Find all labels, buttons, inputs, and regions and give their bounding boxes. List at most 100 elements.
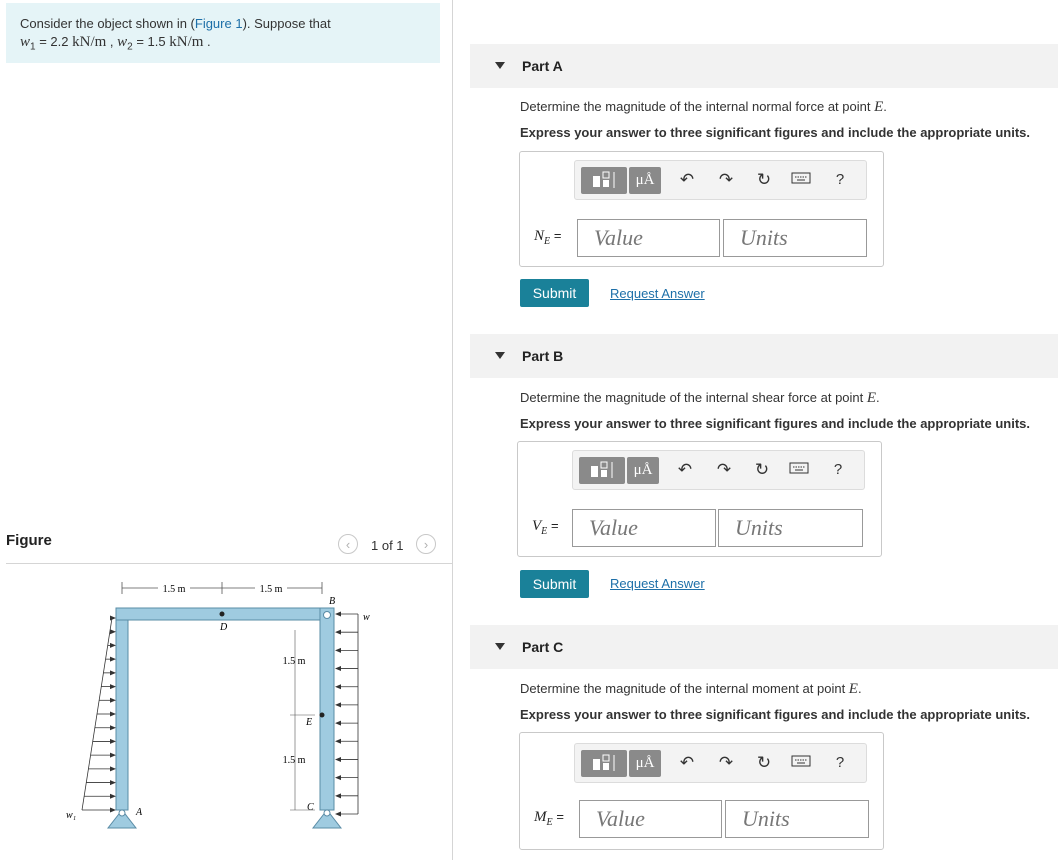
units-button[interactable]: μÅ xyxy=(629,167,661,194)
next-figure-button[interactable]: › xyxy=(416,534,436,554)
w2-arrowhead xyxy=(335,811,341,817)
templates-icon xyxy=(591,461,613,478)
part-b-answer-box: μÅ ↶ ↷ ↻ ? VE = Value Units xyxy=(517,441,882,557)
w1-arrowhead xyxy=(110,684,116,690)
templates-icon xyxy=(593,754,615,771)
keyboard-icon[interactable] xyxy=(791,753,811,773)
redo-icon[interactable]: ↷ xyxy=(714,460,734,480)
w1-arrowhead xyxy=(110,807,116,813)
part-a-request-answer-link[interactable]: Request Answer xyxy=(610,286,705,301)
support-a xyxy=(106,809,138,829)
redo-icon[interactable]: ↷ xyxy=(716,170,736,190)
part-c-instruction: Express your answer to three significant… xyxy=(520,707,1030,722)
undo-icon[interactable]: ↶ xyxy=(675,460,695,480)
part-c-answer-box: μÅ ↶ ↷ ↻ ? ME = Value Units xyxy=(519,732,884,850)
part-a-instruction: Express your answer to three significant… xyxy=(520,125,1030,140)
units-input[interactable]: Units xyxy=(723,219,867,257)
frame-figure: 1.5 m 1.5 m 1.5 m 1.5 m A B C D E w₁ w₂ xyxy=(66,582,370,829)
w1-arrowhead xyxy=(110,780,116,786)
value-input[interactable]: Value xyxy=(572,509,716,547)
variable-label: VE = xyxy=(532,518,559,537)
dim-top-right: 1.5 m xyxy=(260,584,283,595)
distributed-load-w2 xyxy=(335,611,359,817)
w1-arrowhead xyxy=(110,629,116,635)
label-d: D xyxy=(219,622,228,633)
figure-divider xyxy=(6,563,452,564)
w2-arrowhead xyxy=(335,666,341,672)
chevron-right-icon: › xyxy=(423,537,429,552)
redo-icon[interactable]: ↷ xyxy=(716,753,736,773)
part-b-instruction: Express your answer to three significant… xyxy=(520,416,1030,431)
reset-icon[interactable]: ↻ xyxy=(754,170,774,190)
units-input[interactable]: Units xyxy=(725,800,869,838)
reset-icon[interactable]: ↻ xyxy=(754,753,774,773)
keyboard-icon[interactable] xyxy=(791,170,811,190)
w2-arrowhead xyxy=(335,738,341,744)
w2-arrowhead xyxy=(335,720,341,726)
part-a-header[interactable]: Part A xyxy=(470,44,1058,88)
collapse-triangle-icon xyxy=(495,643,505,650)
templates-button[interactable] xyxy=(581,167,627,194)
part-c-question: Determine the magnitude of the internal … xyxy=(520,681,862,697)
w2-arrowhead xyxy=(335,702,341,708)
figure-heading: Figure xyxy=(6,532,52,549)
label-a: A xyxy=(135,807,143,818)
label-w2: w₂ xyxy=(363,612,370,623)
problem-statement: Consider the object shown in (Figure 1).… xyxy=(6,3,440,63)
w1-arrowhead xyxy=(110,725,116,731)
units-button[interactable]: μÅ xyxy=(627,457,659,484)
frame-members xyxy=(115,607,335,811)
figure-pager: 1 of 1 xyxy=(371,538,404,553)
figure-link[interactable]: Figure 1 xyxy=(195,16,243,31)
dim-top-left: 1.5 m xyxy=(163,584,186,595)
part-b-header[interactable]: Part B xyxy=(470,334,1058,378)
w2-arrowhead xyxy=(335,647,341,653)
keyboard-icon[interactable] xyxy=(789,460,809,480)
point-d-dot xyxy=(219,611,225,617)
support-c xyxy=(311,809,343,829)
w1-arrowhead xyxy=(110,642,116,648)
pane-divider[interactable] xyxy=(452,0,453,860)
chevron-left-icon: ‹ xyxy=(345,537,351,552)
undo-icon[interactable]: ↶ xyxy=(677,170,697,190)
prev-figure-button[interactable]: ‹ xyxy=(338,534,358,554)
w1-arrowhead xyxy=(110,615,116,621)
w1-arrowhead xyxy=(110,738,116,744)
help-button[interactable]: ? xyxy=(830,170,850,190)
templates-button[interactable] xyxy=(579,457,625,484)
label-e: E xyxy=(305,717,312,728)
math-toolbar: μÅ ↶ ↷ ↻ ? xyxy=(572,450,865,490)
label-c: C xyxy=(307,802,314,813)
part-b-request-answer-link[interactable]: Request Answer xyxy=(610,576,705,591)
units-button[interactable]: μÅ xyxy=(629,750,661,777)
part-c-header[interactable]: Part C xyxy=(470,625,1058,669)
w1-arrowhead xyxy=(110,697,116,703)
w2-arrowhead xyxy=(335,629,341,635)
w1-arrowhead xyxy=(110,656,116,662)
value-input[interactable]: Value xyxy=(579,800,722,838)
label-w1: w₁ xyxy=(66,810,76,821)
dim-right-upper: 1.5 m xyxy=(283,656,306,667)
part-a-question: Determine the magnitude of the internal … xyxy=(520,99,887,115)
variable-label: NE = xyxy=(534,228,562,247)
units-input[interactable]: Units xyxy=(718,509,863,547)
undo-icon[interactable]: ↶ xyxy=(677,753,697,773)
pin-b xyxy=(323,611,331,619)
variable-label: ME = xyxy=(534,809,564,828)
reset-icon[interactable]: ↻ xyxy=(752,460,772,480)
part-b-submit-button[interactable]: Submit xyxy=(520,570,589,598)
math-toolbar: μÅ ↶ ↷ ↻ ? xyxy=(574,743,867,783)
w2-arrowhead xyxy=(335,775,341,781)
w2-arrowhead xyxy=(335,611,341,617)
templates-button[interactable] xyxy=(581,750,627,777)
collapse-triangle-icon xyxy=(495,62,505,69)
help-button[interactable]: ? xyxy=(830,753,850,773)
math-toolbar: μÅ ↶ ↷ ↻ ? xyxy=(574,160,867,200)
templates-icon xyxy=(593,171,615,188)
w1-arrowhead xyxy=(110,766,116,772)
value-input[interactable]: Value xyxy=(577,219,720,257)
point-e-dot xyxy=(319,712,325,718)
help-button[interactable]: ? xyxy=(828,460,848,480)
part-a-submit-button[interactable]: Submit xyxy=(520,279,589,307)
left-pane: Consider the object shown in (Figure 1).… xyxy=(0,0,452,860)
